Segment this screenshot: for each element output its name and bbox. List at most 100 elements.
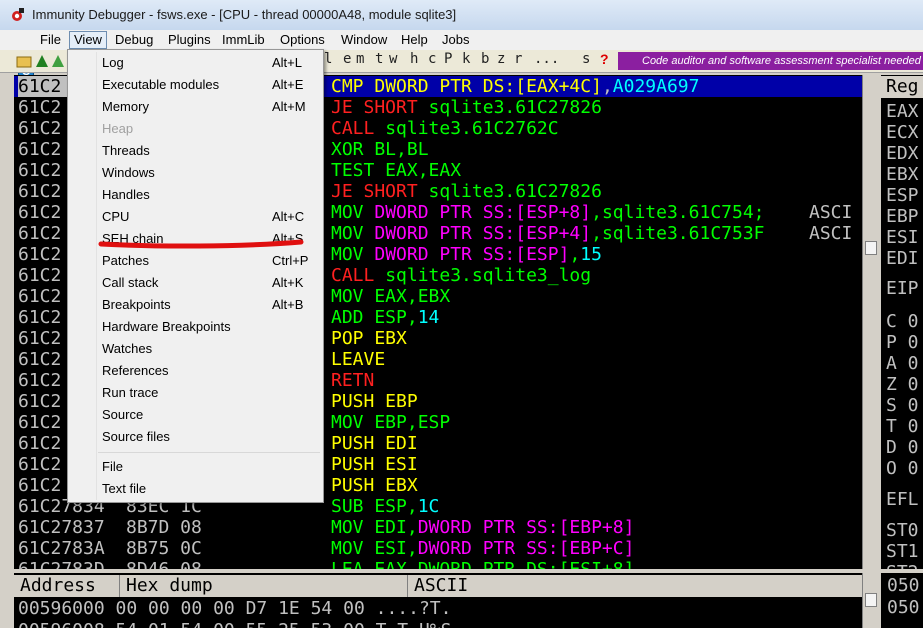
register-row[interactable]: P 0 — [886, 332, 919, 353]
stack-row[interactable]: 050 — [887, 597, 920, 618]
register-row[interactable]: T 0 — [886, 416, 919, 437]
register-row[interactable]: D 0 — [886, 437, 919, 458]
menu-item-shortcut: Alt+L — [272, 55, 302, 70]
menu-file[interactable]: File — [36, 31, 65, 49]
register-row[interactable]: EDI — [886, 248, 919, 269]
dump-column-hex[interactable]: Hex dump — [120, 575, 408, 597]
toolbar-button-t[interactable]: t — [375, 51, 383, 67]
register-row[interactable]: A 0 — [886, 353, 919, 374]
view-menu-item-memory[interactable]: Memory Alt+M — [68, 96, 323, 118]
dump-column-address[interactable]: Address — [14, 575, 120, 597]
instruction-text: MOV DWORD PTR SS:[ESP+8],sqlite3.61C754; — [331, 202, 765, 223]
dump-column-ascii[interactable]: ASCII — [408, 575, 862, 597]
register-row[interactable]: ST1 — [886, 541, 919, 562]
view-menu-item-watches[interactable]: Watches — [68, 338, 323, 360]
toolbar-button-P[interactable]: P — [444, 51, 452, 67]
immunity-app-icon[interactable] — [10, 7, 26, 23]
menu-item-label: Source — [102, 407, 144, 422]
disassembly-row[interactable]: 61C2783D 8D46 08 LEA EAX,DWORD PTR DS:[ESI… — [14, 559, 862, 569]
toolbar-button-more[interactable]: ... — [534, 51, 559, 67]
menu-window[interactable]: Window — [337, 31, 391, 49]
menu-item-label: Log — [102, 55, 124, 70]
toolbar-button-m[interactable]: m — [356, 51, 364, 67]
dump-row[interactable]: 00596000 00 00 00 00 D7 1E 54 00 ....?T. — [18, 598, 451, 619]
toolbar-button-k[interactable]: k — [462, 51, 470, 67]
menu-options[interactable]: Options — [276, 31, 329, 49]
menu-debug[interactable]: Debug — [111, 31, 157, 49]
menu-immlib[interactable]: ImmLib — [218, 31, 269, 49]
view-menu-item-references[interactable]: References — [68, 360, 323, 382]
register-row[interactable]: EIP — [886, 278, 919, 299]
scrollbar-thumb[interactable] — [865, 241, 877, 255]
register-row[interactable]: ST2 — [886, 562, 919, 569]
scrollbar-thumb[interactable] — [865, 593, 877, 607]
view-menu-item-file[interactable]: File — [68, 456, 323, 478]
toolbar-button-c[interactable]: c — [428, 51, 436, 67]
register-row[interactable]: ESI — [886, 227, 919, 248]
view-menu-item-windows[interactable]: Windows — [68, 162, 323, 184]
stack-pane[interactable]: 050 050 — [881, 573, 923, 628]
toolbar-button-e[interactable]: e — [343, 51, 351, 67]
menu-jobs[interactable]: Jobs — [438, 31, 473, 49]
menu-view[interactable]: View — [69, 31, 107, 49]
register-row[interactable]: EBP — [886, 206, 919, 227]
toolbar-button-w[interactable]: w — [389, 51, 397, 67]
registers-pane[interactable]: Reg EAX ECX EDX EBX ESP EBP ESI EDI EIP C 0P 0A 0… — [881, 75, 923, 569]
register-row[interactable]: EDX — [886, 143, 919, 164]
menu-bar: C File View Debug Plugins ImmLib Options… — [0, 30, 923, 78]
view-menu-item-log[interactable]: Log Alt+L — [68, 52, 323, 74]
toolbar-banner[interactable]: Code auditor and software assessment spe… — [618, 52, 923, 70]
hex-dump-pane[interactable]: Address Hex dump ASCII 00596000 00 00 00… — [14, 573, 879, 628]
instruction-address: 61C2 — [18, 307, 62, 328]
title-bar: Immunity Debugger - fsws.exe - [CPU - th… — [0, 0, 923, 31]
view-menu-item-handles[interactable]: Handles — [68, 184, 323, 206]
menu-help[interactable]: Help — [397, 31, 432, 49]
view-menu-item-run-trace[interactable]: Run trace — [68, 382, 323, 404]
register-row[interactable]: EFL — [886, 489, 919, 510]
register-row[interactable]: ECX — [886, 122, 919, 143]
instruction-address: 61C2 — [18, 160, 62, 181]
menu-item-shortcut: Ctrl+P — [272, 253, 309, 268]
view-menu-item-breakpoints[interactable]: Breakpoints Alt+B — [68, 294, 323, 316]
register-row[interactable]: C 0 — [886, 311, 919, 332]
toolbar-button-b[interactable]: b — [481, 51, 489, 67]
register-row[interactable]: O 0 — [886, 458, 919, 479]
instruction-text: CMP DWORD PTR DS:[EAX+4C],A029A697 — [331, 76, 700, 97]
register-row[interactable]: Z 0 — [886, 374, 919, 395]
register-row[interactable]: EBX — [886, 164, 919, 185]
register-row[interactable]: S 0 — [886, 395, 919, 416]
instruction-address: 61C2 — [18, 391, 62, 412]
disassembly-scrollbar[interactable] — [862, 75, 879, 569]
register-row[interactable]: EAX — [886, 101, 919, 122]
menu-item-label: Text file — [102, 481, 147, 496]
menu-plugins[interactable]: Plugins — [164, 31, 215, 49]
toolbar-button-s[interactable]: s — [582, 51, 590, 67]
view-menu-item-hardware-breakpoints[interactable]: Hardware Breakpoints — [68, 316, 323, 338]
toolbar-button-r[interactable]: r — [514, 51, 522, 67]
disassembly-row[interactable]: 61C27837 8B7D 08 MOV EDI,DWORD PTR SS:[EBP… — [14, 517, 862, 538]
dump-row[interactable]: 00596008 54 01 54 00 55 25 53 00 T.T.U%S… — [18, 620, 462, 628]
view-menu-item-heap: Heap — [68, 118, 323, 140]
register-row[interactable]: ST0 — [886, 520, 919, 541]
instruction-text: TEST EAX,EAX — [331, 160, 462, 181]
menu-item-label: Run trace — [102, 385, 159, 400]
view-menu-item-patches[interactable]: Patches Ctrl+P — [68, 250, 323, 272]
dump-scrollbar[interactable] — [862, 573, 879, 628]
view-menu-item-source[interactable]: Source — [68, 404, 323, 426]
view-menu-item-executable-modules[interactable]: Executable modules Alt+E — [68, 74, 323, 96]
stack-row[interactable]: 050 — [887, 575, 920, 596]
register-row[interactable]: ESP — [886, 185, 919, 206]
toolbar-button-h[interactable]: h — [410, 51, 418, 67]
instruction-text: PUSH EDI — [331, 433, 418, 454]
view-menu-item-cpu[interactable]: CPU Alt+C — [68, 206, 323, 228]
view-menu-item-threads[interactable]: Threads — [68, 140, 323, 162]
help-question-button[interactable]: ? — [600, 51, 609, 67]
toolbar-open-run-icons[interactable] — [16, 53, 70, 69]
view-menu-item-source-files[interactable]: Source files — [68, 426, 323, 448]
instruction-bytes: 8D46 08 — [126, 559, 202, 569]
toolbar-button-l[interactable]: l — [324, 51, 332, 67]
view-menu-item-text-file[interactable]: Text file — [68, 478, 323, 500]
view-menu-item-call-stack[interactable]: Call stack Alt+K — [68, 272, 323, 294]
toolbar-button-z[interactable]: z — [497, 51, 505, 67]
disassembly-row[interactable]: 61C2783A 8B75 0C MOV ESI,DWORD PTR SS:[EBP… — [14, 538, 862, 559]
